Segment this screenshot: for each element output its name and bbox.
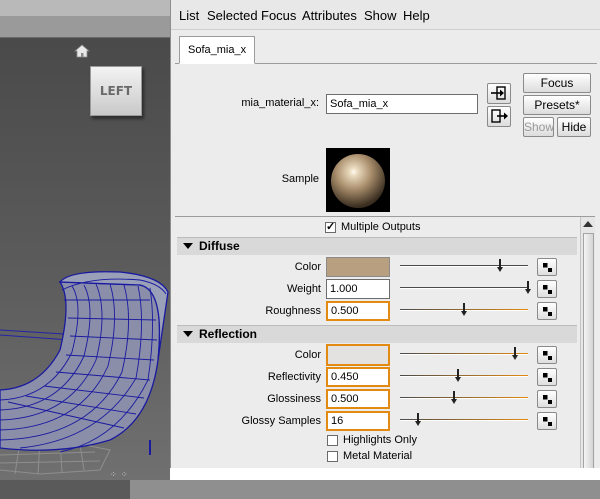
menu-attributes[interactable]: Attributes [302,8,357,23]
collapse-triangle-icon [183,331,193,337]
reflection-color-map-button[interactable] [537,346,557,364]
reflectivity-field[interactable]: 0.450 [326,367,390,387]
reflectivity-label: Reflectivity [267,371,321,383]
reflection-section-header[interactable]: Reflection [177,325,577,343]
menu-bar: List Selected Focus Attributes Show Help [171,0,600,30]
diffuse-weight-field[interactable]: 1.000 [326,279,390,299]
diffuse-weight-label: Weight [286,283,321,295]
diffuse-roughness-map-button[interactable] [537,302,557,320]
checker-map-icon [543,263,552,272]
reflectivity-map-button[interactable] [537,368,557,386]
diffuse-color-slider[interactable] [400,259,528,273]
input-connections-button[interactable] [487,83,511,104]
diffuse-section-title: Diffuse [199,239,240,253]
diffuse-weight-slider[interactable] [400,281,531,295]
checker-map-icon [543,395,552,404]
glossy-samples-slider[interactable] [400,413,528,427]
input-connections-icon [491,86,506,100]
metal-material-label: Metal Material [343,450,413,462]
checker-map-icon [543,285,552,294]
sample-label: Sample [281,173,319,185]
material-sample-swatch [326,148,390,212]
output-connections-button[interactable] [487,106,511,127]
menu-selected[interactable]: Selected [207,8,258,23]
scroll-up-arrow-icon[interactable] [583,221,593,227]
checker-map-icon [543,417,552,426]
viewport-3d[interactable]: LEFT ⁘ ⁘ [0,0,170,480]
scrollbar-thumb[interactable] [583,233,594,468]
diffuse-weight-map-button[interactable] [537,280,557,298]
glossiness-field[interactable]: 0.500 [326,389,390,409]
attribute-scrollbar[interactable] [580,217,595,468]
collapse-triangle-icon [183,243,193,249]
focus-button[interactable]: Focus [523,73,591,93]
multiple-outputs-checkbox[interactable]: ✓ [325,222,336,233]
tab-sofa-mia-x[interactable]: Sofa_mia_x [179,36,256,64]
checker-map-icon [543,307,552,316]
diffuse-color-map-button[interactable] [537,258,557,276]
glossiness-map-button[interactable] [537,390,557,408]
sofa-wireframe-mesh [0,271,169,475]
status-strip [0,468,600,499]
menu-list[interactable]: List [179,8,199,23]
metal-material-checkbox[interactable] [327,451,338,462]
glossy-samples-field[interactable]: 16 [326,411,390,431]
reflection-color-swatch[interactable] [326,344,390,366]
diffuse-roughness-field[interactable]: 0.500 [326,301,390,321]
checker-map-icon [543,373,552,382]
status-strip-right [130,480,600,499]
glossiness-slider[interactable] [400,391,528,405]
reflection-section-title: Reflection [199,327,258,341]
multiple-outputs-label: Multiple Outputs [341,221,421,233]
presets-button[interactable]: Presets* [523,95,591,115]
node-name-field[interactable]: Sofa_mia_x [326,94,478,114]
node-tabs: Sofa_mia_x [175,34,597,64]
attribute-sections: ✓ Multiple Outputs Diffuse Color Weight … [175,216,595,468]
highlights-only-label: Highlights Only [343,434,417,446]
show-button[interactable]: Show [523,117,554,137]
glossy-samples-map-button[interactable] [537,412,557,430]
material-sphere-preview [331,154,385,208]
output-connections-icon [491,109,508,123]
diffuse-color-label: Color [294,261,321,273]
reflection-color-label: Color [294,349,321,361]
reflection-color-slider[interactable] [400,347,528,361]
diffuse-roughness-label: Roughness [265,305,321,317]
diffuse-color-swatch[interactable] [326,257,390,277]
attribute-editor: List Selected Focus Attributes Show Help… [170,0,600,468]
glossiness-label: Glossiness [267,393,321,405]
menu-show[interactable]: Show [364,8,397,23]
glossy-samples-label: Glossy Samples [241,415,321,427]
diffuse-section-header[interactable]: Diffuse [177,237,577,255]
highlights-only-checkbox[interactable] [327,435,338,446]
menu-help[interactable]: Help [403,8,430,23]
menu-focus[interactable]: Focus [261,8,296,23]
diffuse-roughness-slider[interactable] [400,303,528,317]
reflectivity-slider[interactable] [400,369,528,383]
node-type-label: mia_material_x: [241,97,319,109]
hide-button[interactable]: Hide [557,117,591,137]
status-strip-left [0,480,130,499]
checker-map-icon [543,351,552,360]
